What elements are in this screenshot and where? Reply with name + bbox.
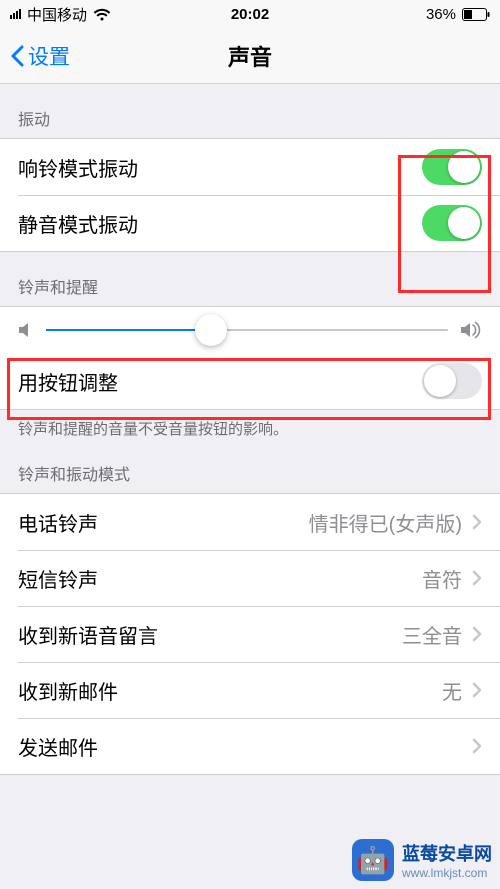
sent-mail-label: 发送邮件 [18,732,462,761]
section-header-ringer: 铃声和提醒 [0,252,500,306]
chevron-right-icon [472,570,482,586]
watermark: 🤖 蓝莓安卓网 www.lmkjst.com [352,839,492,881]
chevron-right-icon [472,626,482,642]
vibrate-on-ring-switch[interactable] [422,149,482,185]
volume-low-icon [18,321,34,339]
change-with-buttons-label: 用按钮调整 [18,367,422,396]
watermark-title: 蓝莓安卓网 [402,840,492,866]
section-header-vibration: 振动 [0,84,500,138]
cell-vibrate-on-ring: 响铃模式振动 [0,139,500,195]
change-with-buttons-switch[interactable] [422,363,482,399]
cell-new-voicemail[interactable]: 收到新语音留言 三全音 [0,606,500,662]
nav-bar: 设置 声音 [0,28,500,84]
text-tone-label: 短信铃声 [18,564,422,593]
ringer-footer: 铃声和提醒的音量不受音量按钮的影响。 [0,410,500,439]
new-voicemail-label: 收到新语音留言 [18,620,402,649]
vibrate-on-silent-label: 静音模式振动 [18,209,422,238]
cell-sent-mail[interactable]: 发送邮件 [0,718,500,774]
new-mail-label: 收到新邮件 [18,676,442,705]
cell-text-tone[interactable]: 短信铃声 音符 [0,550,500,606]
back-button[interactable]: 设置 [10,41,70,71]
watermark-logo-icon: 🤖 [352,839,394,881]
patterns-group: 电话铃声 情非得已(女声版) 短信铃声 音符 收到新语音留言 三全音 收到新邮件… [0,493,500,775]
watermark-url: www.lmkjst.com [402,866,492,880]
chevron-right-icon [472,682,482,698]
new-voicemail-value: 三全音 [402,620,462,649]
vibration-group: 响铃模式振动 静音模式振动 [0,138,500,252]
cell-change-with-buttons: 用按钮调整 [0,353,500,409]
ringer-volume-slider[interactable] [46,329,448,331]
text-tone-value: 音符 [422,564,462,593]
chevron-left-icon [10,45,24,67]
ringer-group: 用按钮调整 [0,306,500,410]
ringtone-value: 情非得已(女声版) [309,508,462,537]
cell-ringtone[interactable]: 电话铃声 情非得已(女声版) [0,494,500,550]
section-header-patterns: 铃声和振动模式 [0,439,500,493]
cell-ringer-volume [0,307,500,353]
volume-high-icon [460,321,482,339]
chevron-right-icon [472,738,482,754]
vibrate-on-silent-switch[interactable] [422,205,482,241]
cell-new-mail[interactable]: 收到新邮件 无 [0,662,500,718]
vibrate-on-ring-label: 响铃模式振动 [18,153,422,182]
new-mail-value: 无 [442,676,462,705]
status-time: 20:02 [0,6,500,23]
ringtone-label: 电话铃声 [18,508,309,537]
status-bar: 中国移动 20:02 36% [0,0,500,28]
chevron-right-icon [472,514,482,530]
page-title: 声音 [0,40,500,72]
cell-vibrate-on-silent: 静音模式振动 [0,195,500,251]
back-label: 设置 [28,41,70,71]
content-scroll[interactable]: 振动 响铃模式振动 静音模式振动 铃声和提醒 用按钮调整 铃声和提醒的音量不受音… [0,84,500,889]
